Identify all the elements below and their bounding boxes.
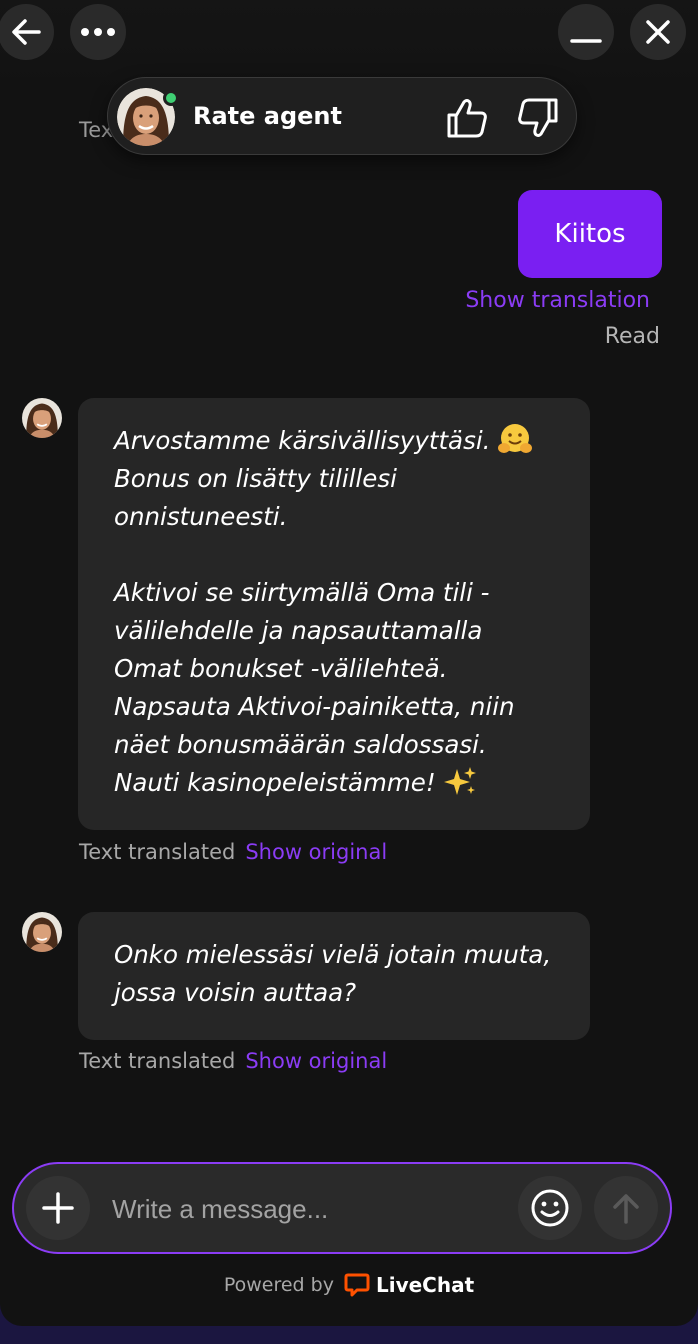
- show-original-link[interactable]: Show original: [245, 840, 387, 864]
- agent-avatar: [22, 398, 62, 438]
- minimize-button[interactable]: [558, 4, 614, 60]
- powered-by-label: Powered by: [223, 1274, 334, 1296]
- agent-message-bubble: Arvostamme kärsivällisyyttäsi. Bonus on …: [78, 398, 590, 830]
- ellipsis-icon: [81, 28, 115, 36]
- message-input[interactable]: [110, 1186, 504, 1232]
- online-status-dot: [163, 90, 179, 106]
- user-message-bubble[interactable]: Kiitos: [518, 190, 662, 278]
- agent-message-paragraph: Arvostamme kärsivällisyyttäsi. Bonus on …: [114, 422, 554, 536]
- translation-status-row: Text translated Show original: [79, 1049, 387, 1073]
- livechat-brand-name: LiveChat: [375, 1273, 475, 1297]
- plus-icon: [42, 1192, 74, 1224]
- text-translated-label: Text translated: [79, 840, 236, 864]
- rate-agent-bar: Rate agent: [107, 77, 577, 155]
- arrow-left-icon: [12, 19, 41, 45]
- minimize-icon: [570, 39, 602, 43]
- arrow-up-icon: [613, 1194, 639, 1224]
- back-button[interactable]: [0, 4, 54, 60]
- powered-by-footer: Powered by LiveChat: [0, 1272, 698, 1298]
- hugging-face-icon: [498, 424, 533, 453]
- agent-avatar: [22, 912, 62, 952]
- thumbs-up-icon[interactable]: [445, 96, 489, 140]
- agent-avatar: [117, 88, 179, 146]
- chat-window: Tex Rate agent Kiitos Show translation R…: [0, 0, 698, 1326]
- translation-status-row: Text translated Show original: [79, 840, 387, 864]
- message-composer: [12, 1162, 672, 1254]
- more-options-button[interactable]: [70, 4, 126, 60]
- text-translated-label: Text translated: [79, 1049, 236, 1073]
- read-status: Read: [604, 324, 660, 349]
- smiley-icon: [531, 1189, 569, 1227]
- agent-message-bubble: Onko mielessäsi vielä jotain muuta, joss…: [78, 912, 590, 1040]
- rate-agent-label: Rate agent: [193, 102, 342, 130]
- agent-message-paragraph: Onko mielessäsi vielä jotain muuta, joss…: [114, 940, 552, 1007]
- sparkles-icon: [444, 767, 477, 795]
- emoji-button[interactable]: [518, 1176, 582, 1240]
- livechat-logo-icon: [344, 1273, 370, 1297]
- show-original-link[interactable]: Show original: [245, 1049, 387, 1073]
- send-button[interactable]: [594, 1176, 658, 1240]
- show-translation-link[interactable]: Show translation: [465, 288, 650, 313]
- close-icon: [646, 20, 670, 44]
- livechat-brand-link[interactable]: LiveChat: [344, 1272, 474, 1298]
- close-button[interactable]: [630, 4, 686, 60]
- agent-message-paragraph: Aktivoi se siirtymällä Oma tili -välileh…: [114, 578, 515, 797]
- attach-button[interactable]: [26, 1176, 90, 1240]
- thumbs-down-icon[interactable]: [516, 96, 560, 140]
